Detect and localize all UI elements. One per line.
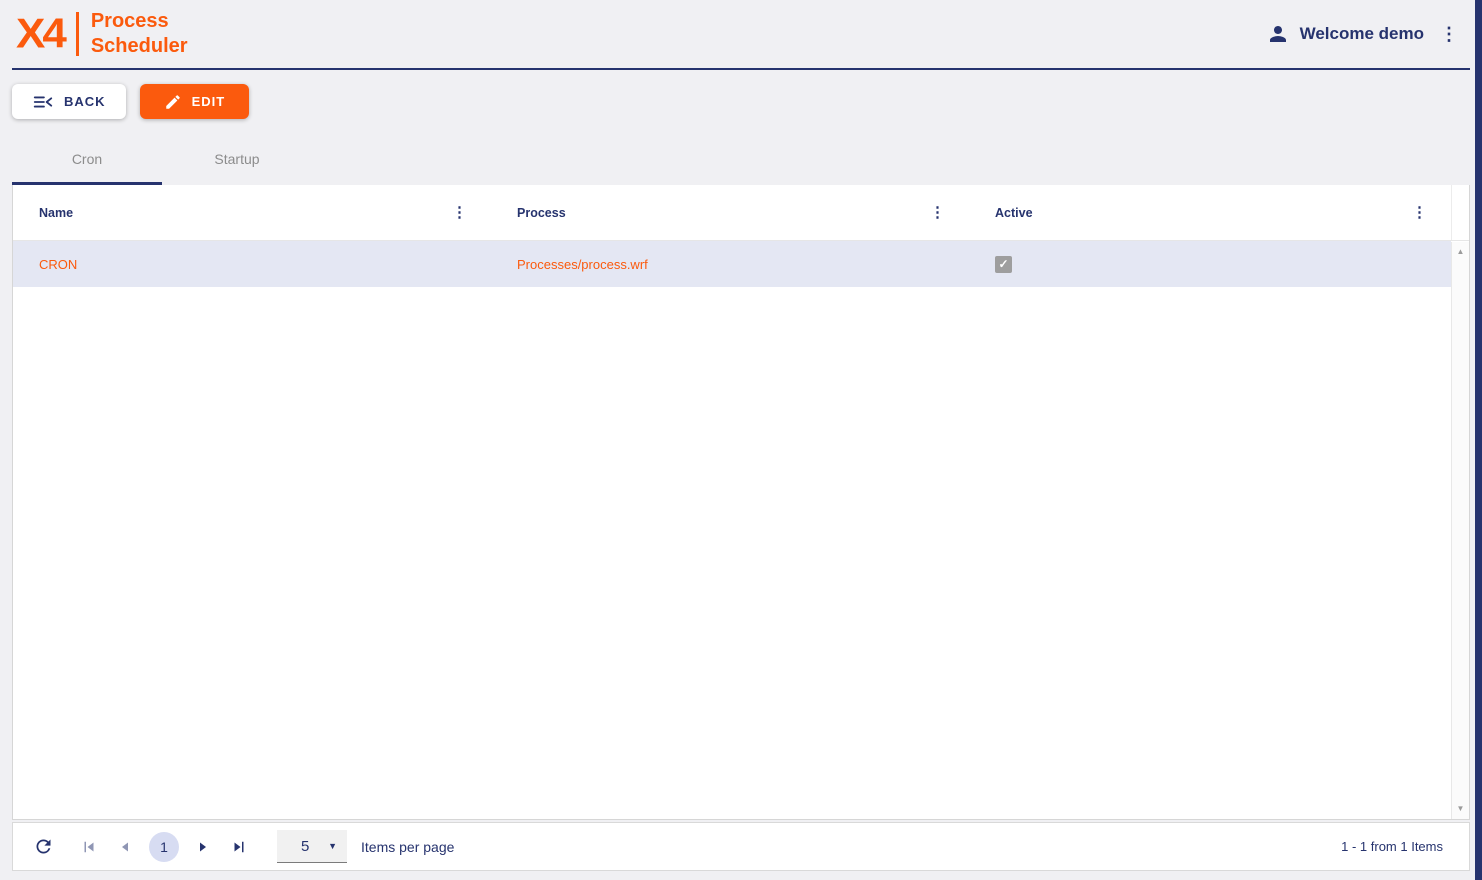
column-menu-icon-process[interactable]: ⋮ (924, 203, 951, 222)
column-header-active: Active ⋮ (969, 185, 1451, 240)
pencil-icon (164, 93, 182, 111)
app-header: X4 Process Scheduler Welcome demo ⋮ (12, 0, 1470, 70)
vertical-scrollbar[interactable]: ▲ ▼ (1451, 242, 1469, 819)
header-scrollbar-filler (1451, 185, 1469, 240)
items-per-page-label: Items per page (361, 839, 454, 855)
next-page-button[interactable] (191, 835, 215, 859)
scroll-down-icon[interactable]: ▼ (1457, 805, 1465, 813)
scheduler-table: Name ⋮ Process ⋮ Active ⋮ CRON Processes… (12, 185, 1470, 820)
column-menu-icon-active[interactable]: ⋮ (1406, 203, 1433, 222)
column-label-active: Active (995, 206, 1033, 220)
tab-bar: Cron Startup (12, 141, 1470, 185)
column-menu-icon-name[interactable]: ⋮ (446, 203, 473, 222)
page-size-value: 5 (301, 838, 309, 855)
edit-button[interactable]: EDIT (140, 84, 250, 119)
first-page-button[interactable] (77, 835, 101, 859)
user-menu-icon[interactable]: ⋮ (1434, 23, 1464, 45)
brand-divider (76, 12, 79, 56)
table-row[interactable]: CRON Processes/process.wrf ✓ (13, 241, 1451, 287)
back-button-label: BACK (64, 94, 106, 109)
back-button[interactable]: BACK (12, 84, 126, 119)
column-header-name: Name ⋮ (13, 185, 491, 240)
user-area: Welcome demo ⋮ (1266, 22, 1470, 46)
cell-name: CRON (13, 257, 491, 272)
items-range-label: 1 - 1 from 1 Items (1341, 839, 1443, 854)
page-size-select[interactable]: 5 ▼ (277, 830, 347, 863)
scroll-up-icon[interactable]: ▲ (1457, 248, 1465, 256)
edit-button-label: EDIT (192, 94, 226, 109)
column-label-name: Name (39, 206, 73, 220)
table-header-row: Name ⋮ Process ⋮ Active ⋮ (13, 185, 1469, 241)
brand: X4 Process Scheduler (12, 9, 188, 59)
cell-process: Processes/process.wrf (491, 257, 969, 272)
app-title: Process Scheduler (91, 9, 188, 59)
toolbar: BACK EDIT (12, 84, 1470, 119)
refresh-button[interactable] (31, 835, 55, 859)
user-icon (1266, 22, 1290, 46)
current-page-indicator[interactable]: 1 (149, 832, 179, 862)
column-label-process: Process (517, 206, 566, 220)
pagination-bar: 1 5 ▼ Items per page 1 - 1 from 1 Items (12, 822, 1470, 871)
tab-cron[interactable]: Cron (12, 141, 162, 185)
cell-active: ✓ (969, 256, 1451, 273)
back-icon (32, 91, 54, 113)
x4-logo: X4 (16, 13, 64, 55)
app-title-line2: Scheduler (91, 34, 188, 59)
app-title-line1: Process (91, 9, 188, 34)
welcome-text: Welcome demo (1300, 24, 1424, 44)
last-page-button[interactable] (227, 835, 251, 859)
active-checkbox[interactable]: ✓ (995, 256, 1012, 273)
window-edge-border (1475, 0, 1482, 880)
dropdown-arrow-icon: ▼ (328, 841, 337, 851)
tab-startup[interactable]: Startup (162, 141, 312, 185)
previous-page-button[interactable] (113, 835, 137, 859)
column-header-process: Process ⋮ (491, 185, 969, 240)
